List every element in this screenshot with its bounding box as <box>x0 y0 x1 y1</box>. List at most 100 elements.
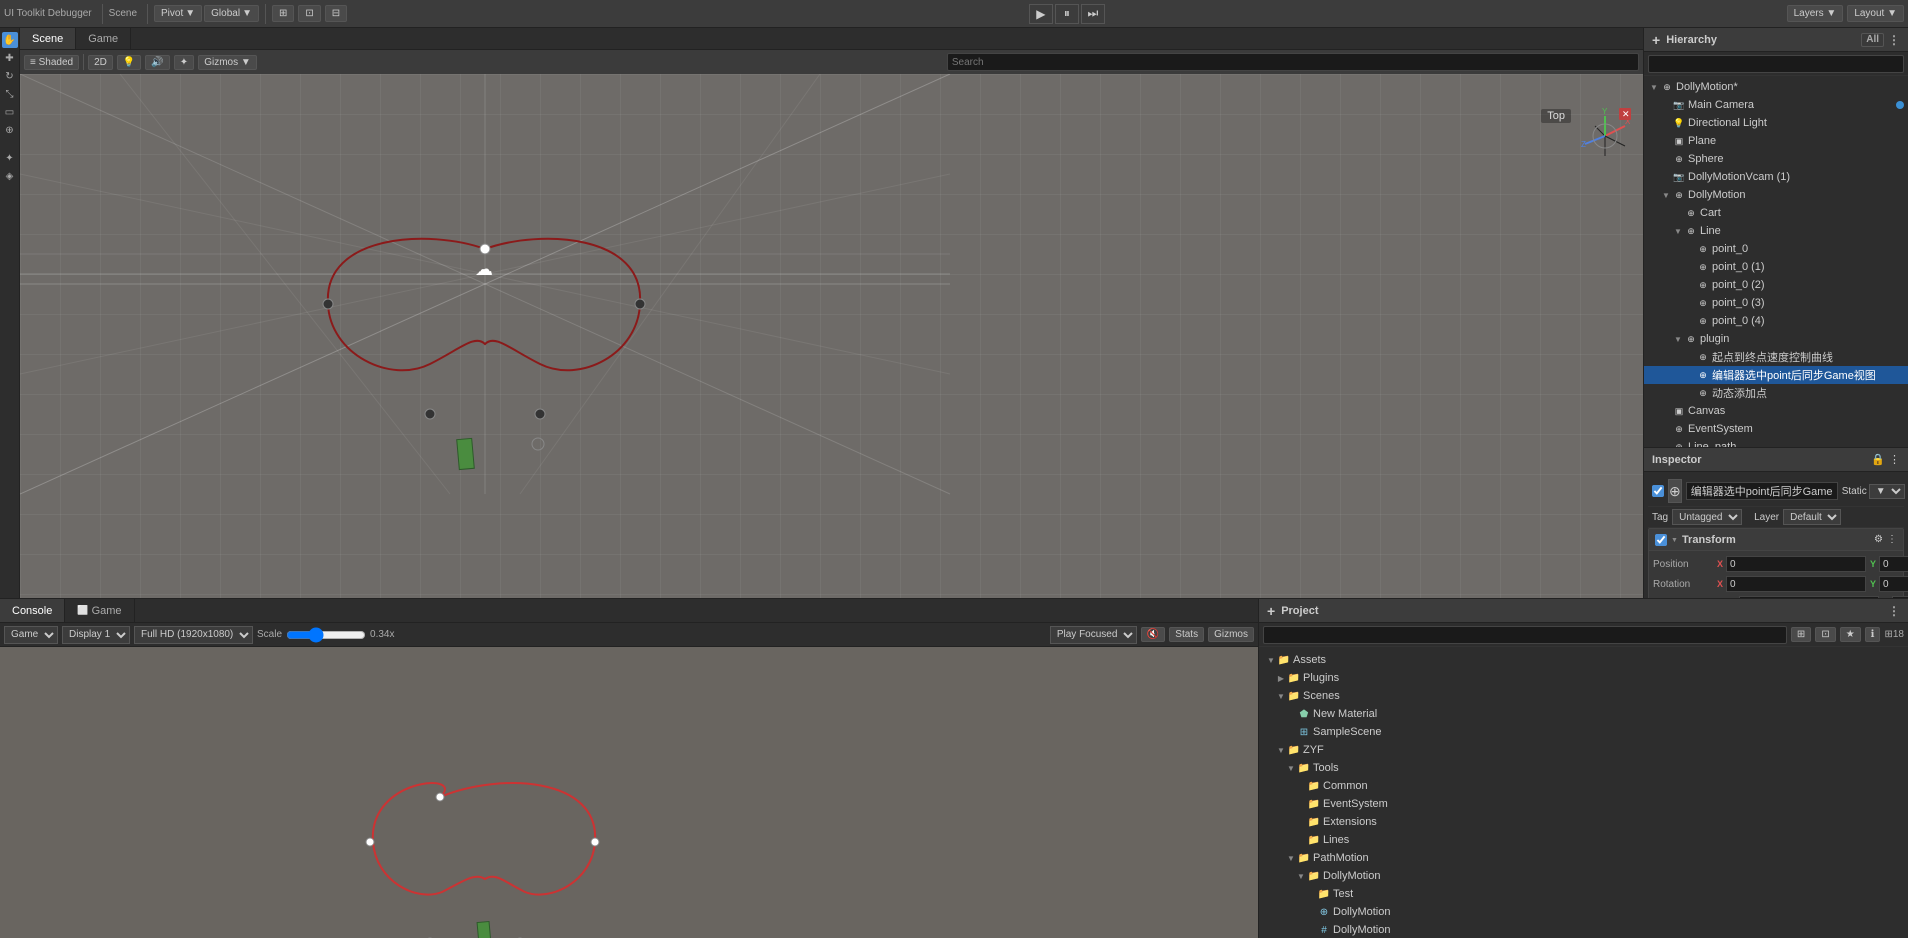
project-item-10[interactable]: ▶📁Lines <box>1263 831 1904 849</box>
project-item-14[interactable]: ▶⊕DollyMotion <box>1263 903 1904 921</box>
project-item-12[interactable]: ▼📁DollyMotion <box>1263 867 1904 885</box>
position-y-input[interactable] <box>1879 556 1908 572</box>
project-item-4[interactable]: ▶⊞SampleScene <box>1263 723 1904 741</box>
hierarchy-item-13[interactable]: ▶⊕point_0 (4) <box>1644 312 1908 330</box>
hierarchy-item-11[interactable]: ▶⊕point_0 (2) <box>1644 276 1908 294</box>
game-gizmos-button[interactable]: Gizmos <box>1208 627 1254 642</box>
rect-tool[interactable]: ▭ <box>2 104 18 120</box>
resolution-select[interactable]: Full HD (1920x1080) <box>134 626 253 644</box>
hierarchy-item-9[interactable]: ▶⊕point_0 <box>1644 240 1908 258</box>
hierarchy-item-8[interactable]: ▼⊕Line <box>1644 222 1908 240</box>
tab-game[interactable]: Game <box>76 28 131 49</box>
transform-header[interactable]: Transform ⚙ ⋮ <box>1649 529 1903 551</box>
play-mode-select[interactable]: Play Focused <box>1050 626 1137 644</box>
all-dropdown[interactable]: All <box>1861 33 1884 47</box>
gizmos-btn[interactable]: Gizmos ▼ <box>198 55 257 70</box>
move-tool[interactable]: ✚ <box>2 50 18 66</box>
project-item-11[interactable]: ▼📁PathMotion <box>1263 849 1904 867</box>
project-item-1[interactable]: ▶📁Plugins <box>1263 669 1904 687</box>
mute-button[interactable]: 🔇 <box>1141 627 1165 642</box>
proj-btn-4[interactable]: ℹ <box>1865 627 1881 642</box>
snap-button[interactable]: ⊡ <box>298 5 320 22</box>
hierarchy-item-14[interactable]: ▼⊕plugin <box>1644 330 1908 348</box>
tag-select[interactable]: Untagged <box>1672 509 1742 525</box>
hierarchy-item-20[interactable]: ▶⊕Line_path <box>1644 438 1908 447</box>
hierarchy-item-12[interactable]: ▶⊕point_0 (3) <box>1644 294 1908 312</box>
effects-button[interactable]: ✦ <box>174 55 194 70</box>
proj-btn-3[interactable]: ★ <box>1840 627 1861 642</box>
project-plus[interactable]: + <box>1267 603 1275 619</box>
hierarchy-item-6[interactable]: ▼⊕DollyMotion <box>1644 186 1908 204</box>
scale-tool[interactable]: ⤡ <box>2 86 18 102</box>
project-item-2[interactable]: ▼📁Scenes <box>1263 687 1904 705</box>
object-enabled-checkbox[interactable] <box>1652 485 1664 497</box>
project-search-input[interactable] <box>1263 626 1787 644</box>
rotation-x-input[interactable] <box>1726 576 1866 592</box>
hierarchy-item-15[interactable]: ▶⊕起点到终点速度控制曲线 <box>1644 348 1908 366</box>
hierarchy-item-17[interactable]: ▶⊕动态添加点 <box>1644 384 1908 402</box>
proj-btn-1[interactable]: ⊞ <box>1791 627 1811 642</box>
console-tab[interactable]: Console <box>0 599 65 622</box>
transform-settings[interactable]: ⚙ <box>1874 534 1883 545</box>
project-item-0[interactable]: ▼📁Assets <box>1263 651 1904 669</box>
rotation-y-input[interactable] <box>1879 576 1908 592</box>
layers-button[interactable]: Layers ▼ <box>1787 5 1844 22</box>
display-select[interactable]: Display 1 <box>62 626 130 644</box>
hierarchy-search-input[interactable] <box>1648 55 1904 73</box>
global-button[interactable]: Global ▼ <box>204 5 259 22</box>
object-name-input[interactable] <box>1686 482 1838 500</box>
project-item-8[interactable]: ▶📁EventSystem <box>1263 795 1904 813</box>
project-item-15[interactable]: ▶#DollyMotion <box>1263 921 1904 938</box>
project-item-5[interactable]: ▼📁ZYF <box>1263 741 1904 759</box>
static-dropdown[interactable]: ▼ <box>1869 484 1905 499</box>
tab-scene[interactable]: Scene <box>20 28 76 49</box>
custom-tool-1[interactable]: ✦ <box>2 150 18 166</box>
project-item-13[interactable]: ▶📁Test <box>1263 885 1904 903</box>
hierarchy-item-10[interactable]: ▶⊕point_0 (1) <box>1644 258 1908 276</box>
hand-tool[interactable]: ✋ <box>2 32 18 48</box>
project-item-9[interactable]: ▶📁Extensions <box>1263 813 1904 831</box>
proj-btn-2[interactable]: ⊡ <box>1815 627 1835 642</box>
shading-button[interactable]: ≡ Shaded <box>24 55 79 70</box>
hierarchy-menu[interactable]: ⋮ <box>1888 33 1900 47</box>
pause-button[interactable]: ⏸ <box>1055 4 1079 24</box>
scene-background[interactable]: ☁ X Y Z ✕ <box>20 74 1643 598</box>
layer-select[interactable]: Default <box>1783 509 1841 525</box>
hierarchy-item-16[interactable]: ▶⊕编辑器选中point后同步Game视图 <box>1644 366 1908 384</box>
hierarchy-item-1[interactable]: ▶📷Main Camera <box>1644 96 1908 114</box>
game-tab[interactable]: ⬜ Game <box>65 599 134 622</box>
hierarchy-item-5[interactable]: ▶📷DollyMotionVcam (1) <box>1644 168 1908 186</box>
lighting-button[interactable]: 💡 <box>117 55 141 70</box>
project-menu[interactable]: ⋮ <box>1888 604 1900 618</box>
hierarchy-item-19[interactable]: ▶⊕EventSystem <box>1644 420 1908 438</box>
hierarchy-plus[interactable]: + <box>1652 32 1660 48</box>
audio-button[interactable]: 🔊 <box>145 55 169 70</box>
scale-slider[interactable] <box>286 627 366 643</box>
hierarchy-item-7[interactable]: ▶⊕Cart <box>1644 204 1908 222</box>
play-button[interactable]: ▶ <box>1029 4 1053 24</box>
step-button[interactable]: ⏭ <box>1081 4 1105 24</box>
project-item-3[interactable]: ▶⬟New Material <box>1263 705 1904 723</box>
hierarchy-item-0[interactable]: ▼⊕DollyMotion* <box>1644 78 1908 96</box>
stats-button[interactable]: Stats <box>1169 627 1204 642</box>
transform-enabled[interactable] <box>1655 534 1667 546</box>
hierarchy-item-2[interactable]: ▶💡Directional Light <box>1644 114 1908 132</box>
pivot-button[interactable]: Pivot ▼ <box>154 5 202 22</box>
transform-menu[interactable]: ⋮ <box>1887 534 1897 545</box>
hierarchy-item-3[interactable]: ▶▣Plane <box>1644 132 1908 150</box>
game-mode-select[interactable]: Game <box>4 626 58 644</box>
inspector-menu[interactable]: ⋮ <box>1889 453 1900 466</box>
transform-tool[interactable]: ⊕ <box>2 122 18 138</box>
custom-tool-2[interactable]: ◈ <box>2 168 18 184</box>
hierarchy-item-4[interactable]: ▶⊕Sphere <box>1644 150 1908 168</box>
rect-button[interactable]: ⊟ <box>325 5 347 22</box>
project-item-6[interactable]: ▼📁Tools <box>1263 759 1904 777</box>
inspector-lock[interactable]: 🔒 <box>1871 453 1885 466</box>
position-x-input[interactable] <box>1726 556 1866 572</box>
viewport-search[interactable] <box>947 53 1639 71</box>
2d-button[interactable]: 2D <box>88 55 113 70</box>
rotate-tool[interactable]: ↻ <box>2 68 18 84</box>
hierarchy-item-18[interactable]: ▶▣Canvas <box>1644 402 1908 420</box>
layout-button[interactable]: Layout ▼ <box>1847 5 1904 22</box>
project-item-7[interactable]: ▶📁Common <box>1263 777 1904 795</box>
